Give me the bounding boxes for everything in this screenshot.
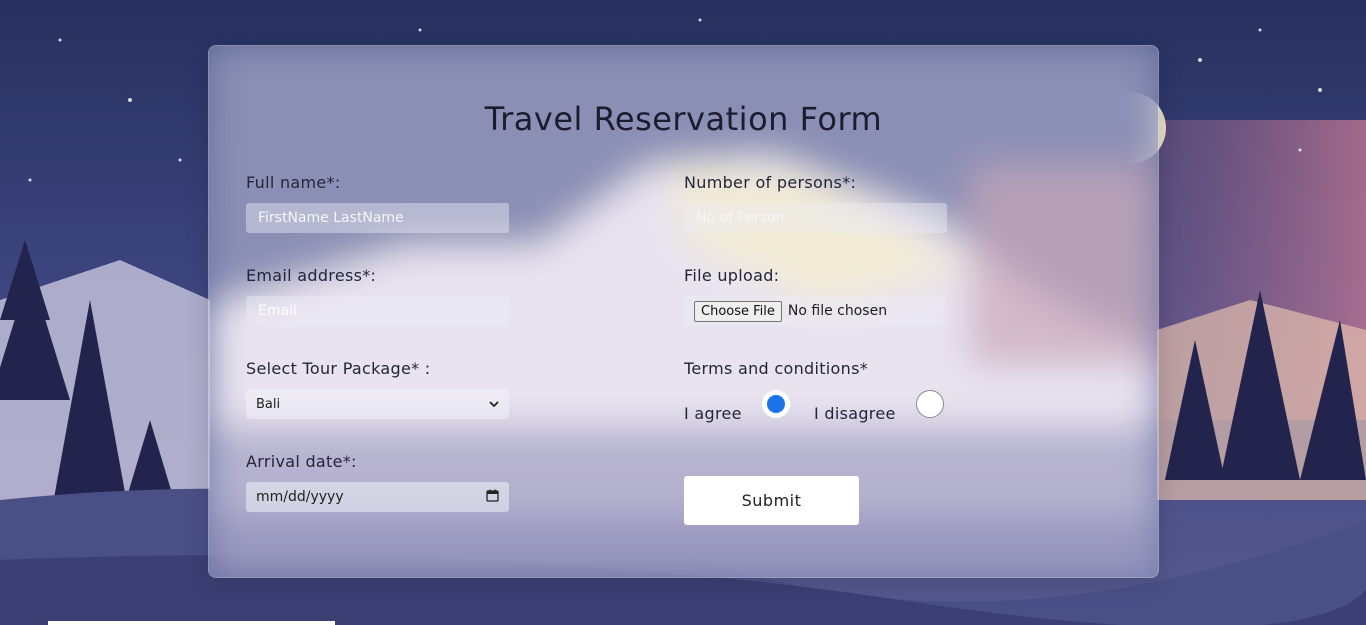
tour-package-value: Bali (256, 396, 281, 412)
form-title: Travel Reservation Form (484, 100, 883, 138)
disagree-radio[interactable] (916, 390, 944, 418)
file-status: No file chosen (787, 303, 888, 319)
reservation-form-card: Travel Reservation Form Full name*: Emai… (208, 45, 1159, 578)
full-name-label: Full name*: (246, 173, 341, 192)
choose-file-button[interactable]: Choose File (694, 300, 782, 322)
bottom-strip (48, 621, 335, 625)
arrival-date-label: Arrival date*: (246, 452, 357, 471)
persons-input[interactable] (694, 209, 937, 227)
file-upload-label: File upload: (684, 266, 780, 285)
full-name-input[interactable] (256, 209, 499, 227)
tour-package-select[interactable]: Bali (246, 389, 509, 419)
agree-label: I agree (684, 404, 742, 423)
disagree-label: I disagree (814, 404, 896, 423)
email-input[interactable] (256, 302, 499, 320)
calendar-icon[interactable] (486, 489, 499, 506)
file-upload-field[interactable]: Choose File No file chosen (684, 296, 947, 326)
terms-label: Terms and conditions* (684, 359, 869, 378)
agree-radio[interactable] (762, 390, 790, 418)
submit-button[interactable]: Submit (684, 476, 859, 525)
email-field[interactable] (246, 296, 509, 326)
persons-field[interactable] (684, 203, 947, 233)
arrival-date-field[interactable]: mm/dd/yyyy (246, 482, 509, 512)
persons-label: Number of persons*: (684, 173, 857, 192)
full-name-field[interactable] (246, 203, 509, 233)
chevron-down-icon (489, 397, 499, 412)
tour-package-label: Select Tour Package* : (246, 359, 431, 378)
email-label: Email address*: (246, 266, 377, 285)
arrival-date-placeholder: mm/dd/yyyy (256, 489, 344, 505)
